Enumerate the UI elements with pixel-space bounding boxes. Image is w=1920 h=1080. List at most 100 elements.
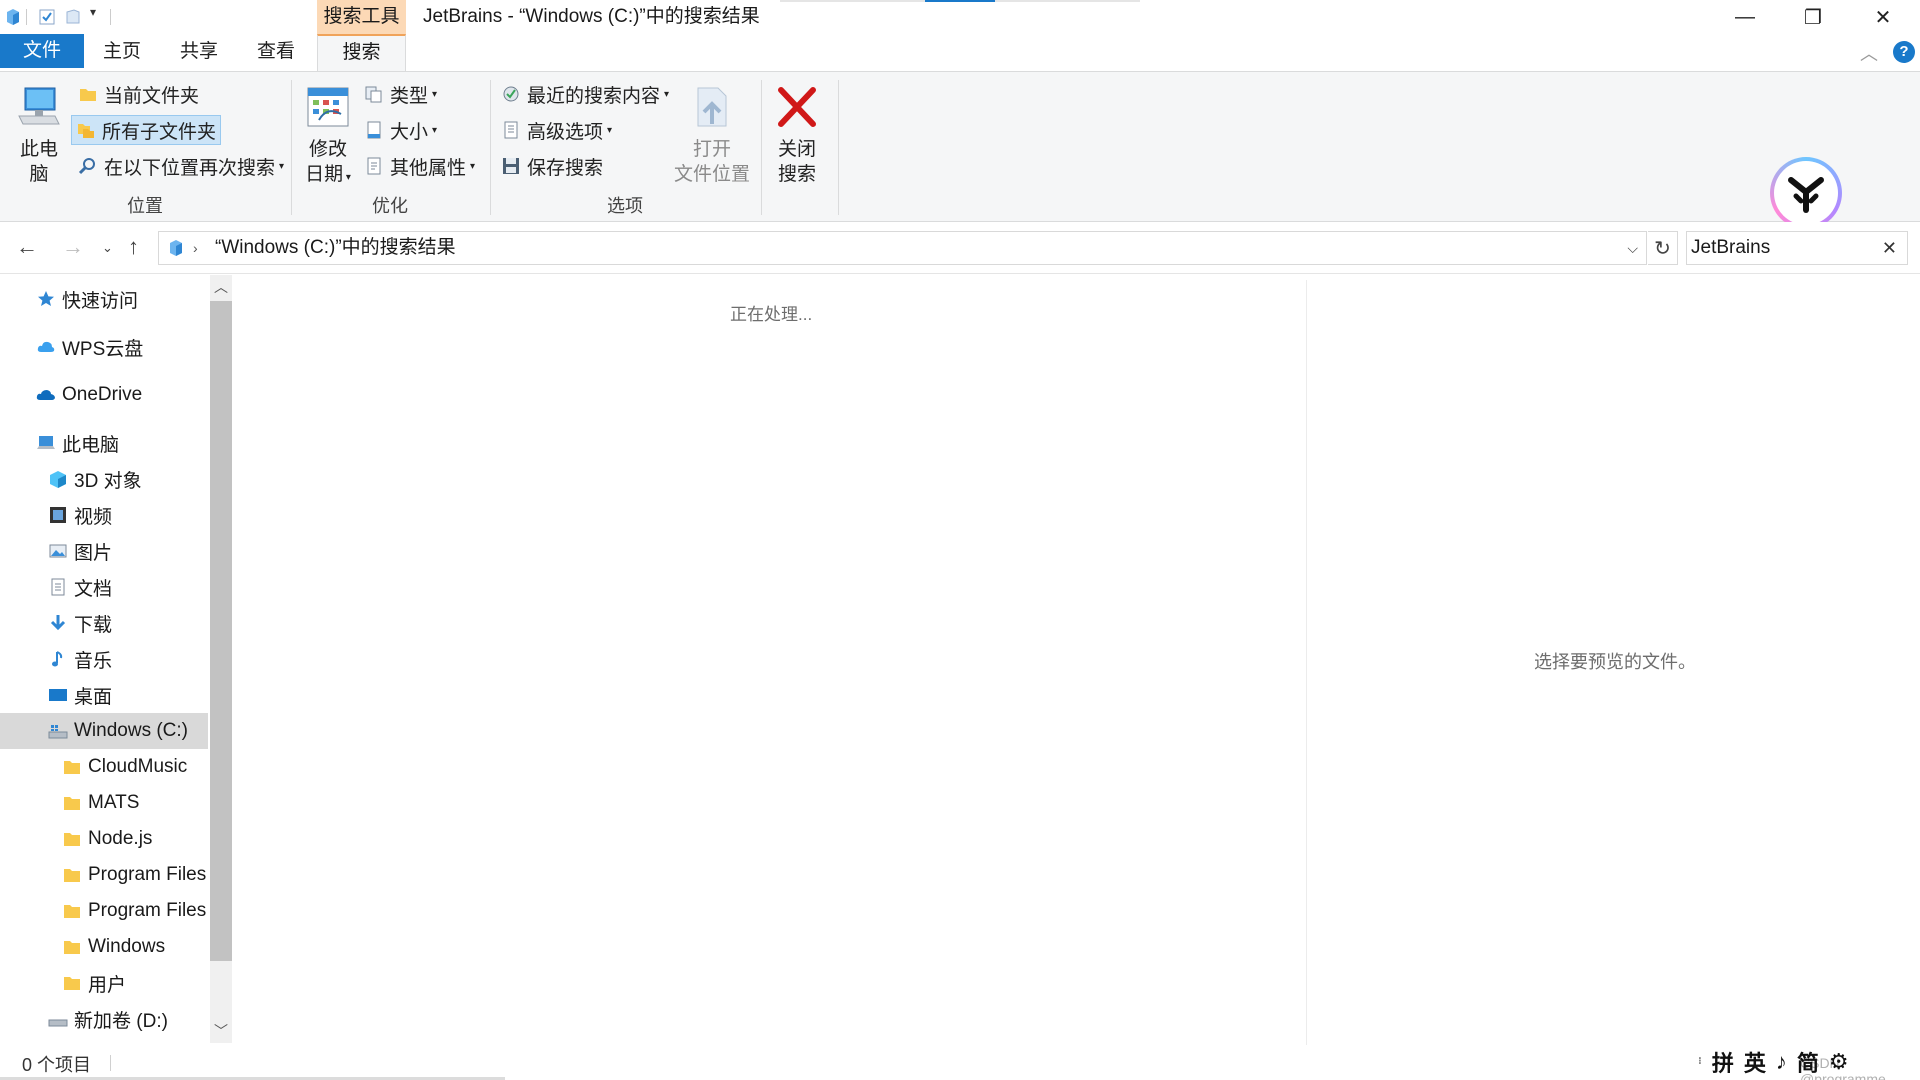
restore-button[interactable]: ❐ (1778, 0, 1848, 34)
save-search-button[interactable]: 保存搜索 (501, 151, 603, 181)
navigation-pane: 快速访问 WPS云盘 OneDrive 此电脑 3D 对象 视频 图片 文档 下… (0, 275, 210, 1043)
size-button[interactable]: 大小 ▾ (364, 115, 437, 145)
search-again-in-button[interactable]: 在以下位置再次搜索 ▾ (74, 151, 288, 181)
ime-english-icon[interactable]: 英 (1744, 1046, 1766, 1078)
ime-punctuation-icon[interactable]: ♪ (1776, 1049, 1787, 1075)
up-arrow-icon[interactable]: ↑ (128, 234, 139, 260)
tab-file[interactable]: 文件 (0, 34, 84, 68)
search-input-value[interactable]: JetBrains (1691, 232, 1770, 264)
drive-icon (48, 1019, 68, 1027)
type-button[interactable]: 类型 ▾ (364, 79, 437, 109)
collapse-ribbon-icon[interactable]: ︿ (1860, 40, 1878, 66)
nav-item-windows-c[interactable]: Windows (C:) (0, 713, 208, 749)
help-icon[interactable]: ? (1893, 41, 1915, 63)
scrollbar-thumb[interactable] (210, 301, 232, 961)
all-subfolders-button[interactable]: 所有子文件夹 (71, 115, 222, 145)
this-pc-button[interactable]: 此电 脑 (12, 84, 66, 187)
this-pc-label-2: 脑 (29, 164, 49, 185)
folder-icon (64, 941, 80, 954)
file-type-icon (365, 86, 382, 103)
advanced-options-button[interactable]: 高级选项 ▾ (501, 115, 612, 145)
customize-qa-dropdown-icon[interactable]: ▾ (90, 5, 96, 19)
new-folder-icon[interactable] (64, 8, 82, 26)
clear-search-icon[interactable]: ✕ (1882, 232, 1897, 264)
item-count: 0 个项目 (22, 1055, 92, 1075)
refresh-icon[interactable]: ↻ (1648, 231, 1678, 265)
nav-item-label: Windows (C:) (74, 720, 189, 741)
other-properties-button[interactable]: 其他属性 ▾ (364, 151, 475, 181)
preview-pane-divider[interactable] (1306, 280, 1307, 1045)
current-folder-button[interactable]: 当前文件夹 (74, 79, 203, 109)
preview-message: 选择要预览的文件。 (1534, 652, 1696, 672)
navigation-scrollbar[interactable]: ︿ ﹀ (210, 275, 232, 1043)
scroll-up-icon[interactable]: ︿ (210, 275, 232, 299)
nav-item-label: 音乐 (74, 650, 113, 672)
nav-item-label: OneDrive (62, 384, 143, 405)
close-search-label-1: 关闭 (777, 139, 816, 160)
ime-pinyin-icon[interactable]: 拼 (1712, 1046, 1734, 1078)
nav-item-label: Program Files (88, 900, 207, 921)
nav-item-cloudmusic[interactable]: CloudMusic (0, 749, 208, 785)
tab-view[interactable]: 查看 (238, 34, 314, 70)
nav-item-label: 图片 (74, 542, 113, 564)
close-search-button[interactable]: 关闭 搜索 (770, 84, 824, 187)
properties-icon[interactable] (38, 8, 56, 26)
address-bar[interactable]: › “Windows (C:)”中的搜索结果 ⌵ (158, 231, 1647, 265)
close-button[interactable]: ✕ (1848, 0, 1918, 34)
scroll-down-icon[interactable]: ﹀ (210, 1019, 232, 1043)
nav-item-videos[interactable]: 视频 (0, 497, 208, 533)
save-search-label: 保存搜索 (527, 157, 604, 179)
results-list[interactable]: 正在处理... (236, 280, 1306, 1045)
ime-simplified-icon[interactable]: 简 (1797, 1046, 1819, 1078)
status-bar: 0 个项目 CSDN @programme ⁝ 拼 英 ♪ 简 ⚙ (0, 1045, 1920, 1080)
save-icon (503, 158, 519, 174)
date-modified-button[interactable]: 修改 日期 ▾ (298, 84, 358, 190)
search-results-location-icon (170, 240, 182, 256)
floating-assistant-logo[interactable] (1770, 157, 1842, 229)
nav-item-quick-access[interactable]: 快速访问 (0, 281, 208, 317)
breadcrumb-separator-icon[interactable]: › (193, 232, 198, 264)
tab-share[interactable]: 共享 (160, 34, 238, 70)
back-arrow-icon[interactable]: ← (16, 234, 38, 260)
forward-arrow-icon[interactable]: → (62, 234, 84, 260)
address-path[interactable]: “Windows (C:)”中的搜索结果 (215, 232, 456, 264)
properties-icon (367, 157, 381, 175)
address-history-chevron-icon[interactable]: ⌵ (1627, 232, 1638, 264)
nav-item-onedrive[interactable]: OneDrive (0, 377, 208, 413)
tab-home[interactable]: 主页 (84, 34, 160, 70)
close-search-x-icon (778, 87, 816, 127)
nav-item-pictures[interactable]: 图片 (0, 533, 208, 569)
nav-item-music[interactable]: 音乐 (0, 641, 208, 677)
nav-item-downloads[interactable]: 下载 (0, 605, 208, 641)
explorer-icon[interactable] (4, 8, 22, 26)
open-file-location-button[interactable]: 打开 文件位置 (672, 84, 752, 187)
group-label-location: 位置 (127, 196, 163, 216)
recent-locations-chevron-icon[interactable]: ⌄ (102, 240, 113, 256)
minimize-button[interactable]: — (1710, 0, 1780, 34)
nav-item-windows-folder[interactable]: Windows (0, 929, 208, 965)
nav-item-mats[interactable]: MATS (0, 785, 208, 821)
nav-item-nodejs[interactable]: Node.js (0, 821, 208, 857)
group-separator (291, 80, 292, 215)
nav-item-wps-cloud[interactable]: WPS云盘 (0, 329, 208, 365)
nav-item-label: MATS (88, 792, 140, 813)
ime-settings-icon[interactable]: ⚙ (1829, 1049, 1849, 1075)
drive-icon (48, 725, 68, 739)
tab-search[interactable]: 搜索 (317, 34, 406, 71)
nav-item-users[interactable]: 用户 (0, 965, 208, 1001)
nav-item-documents[interactable]: 文档 (0, 569, 208, 605)
recent-searches-icon (503, 86, 519, 102)
nav-item-program-files-x86[interactable]: Program Files (0, 893, 208, 929)
nav-item-3d-objects[interactable]: 3D 对象 (0, 461, 208, 497)
cloud-icon (37, 341, 55, 352)
other-properties-label: 其他属性 (390, 157, 467, 179)
nav-item-label: 3D 对象 (74, 470, 142, 492)
recent-searches-button[interactable]: 最近的搜索内容 ▾ (501, 79, 669, 109)
nav-item-new-volume-d[interactable]: 新加卷 (D:) (0, 1001, 208, 1037)
nav-item-program-files[interactable]: Program Files (0, 857, 208, 893)
type-label: 类型 (390, 85, 429, 107)
nav-item-this-pc[interactable]: 此电脑 (0, 425, 208, 461)
search-input[interactable]: JetBrains ✕ (1686, 231, 1908, 265)
recent-searches-label: 最近的搜索内容 (527, 85, 661, 107)
nav-item-desktop[interactable]: 桌面 (0, 677, 208, 713)
